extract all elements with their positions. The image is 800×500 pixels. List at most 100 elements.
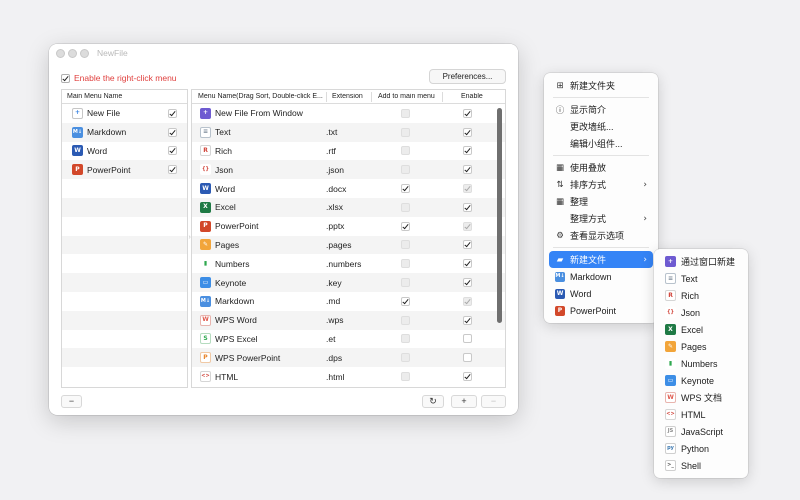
enable-checkbox[interactable] bbox=[61, 73, 70, 83]
enable-item-checkbox[interactable] bbox=[463, 165, 472, 175]
submenu-item[interactable]: <> HTML bbox=[659, 406, 743, 423]
enable-cell bbox=[440, 146, 495, 156]
submenu-item[interactable]: ≡ Text bbox=[659, 270, 743, 287]
menu-item-row[interactable]: P WPS PowerPoint .dps bbox=[192, 348, 505, 368]
wps-powerpoint-icon: P bbox=[200, 352, 211, 364]
enable-item-checkbox[interactable] bbox=[463, 259, 472, 269]
menu-item-row[interactable]: ▭ Keynote .key bbox=[192, 273, 505, 292]
close-window-button[interactable] bbox=[56, 49, 65, 58]
add-to-main-cell bbox=[370, 202, 440, 212]
menu-item-name-cell: ≡ Text bbox=[192, 126, 326, 138]
context-menu-item[interactable]: 编辑小组件... bbox=[549, 135, 653, 152]
menu-item-name-cell: ▭ Keynote bbox=[192, 277, 326, 289]
menu-item-row[interactable]: ≡ Text .txt bbox=[192, 122, 505, 142]
enable-item-checkbox[interactable] bbox=[463, 278, 472, 288]
numbers-icon: ▮ bbox=[665, 358, 676, 369]
main-menu-name-column[interactable]: Main Menu Name bbox=[62, 93, 122, 100]
submenu-item[interactable]: py Python bbox=[659, 440, 743, 457]
submenu-item[interactable]: ▮ Numbers bbox=[659, 355, 743, 372]
menu-item-row[interactable]: R Rich .rtf bbox=[192, 142, 505, 161]
enable-item-checkbox[interactable] bbox=[463, 127, 472, 137]
enable-item-checkbox[interactable] bbox=[463, 108, 472, 118]
enable-item-checkbox[interactable] bbox=[463, 240, 472, 250]
main-menu-item[interactable]: M↓ Markdown bbox=[62, 122, 187, 142]
add-to-main-column[interactable]: Add to main menu bbox=[372, 93, 442, 100]
add-to-main-checkbox[interactable] bbox=[400, 184, 410, 194]
preferences-button[interactable]: Preferences... bbox=[429, 69, 506, 84]
enable-item-checkbox[interactable] bbox=[463, 353, 472, 363]
add-item-button[interactable]: + bbox=[451, 395, 477, 408]
context-menu-item[interactable]: W Word bbox=[549, 285, 653, 302]
remove-main-item-button[interactable]: − bbox=[61, 395, 82, 408]
context-menu-item[interactable]: P PowerPoint bbox=[549, 302, 653, 319]
menu-item-name-cell: {} Json bbox=[192, 164, 326, 176]
submenu-item[interactable]: X Excel bbox=[659, 321, 743, 338]
menu-item-name-cell: R Rich bbox=[192, 145, 326, 157]
remove-item-button[interactable]: − bbox=[481, 395, 506, 408]
menu-item-row[interactable]: X Excel .xlsx bbox=[192, 197, 505, 217]
context-menu-label: 使用叠放 bbox=[570, 163, 607, 173]
enable-cell bbox=[440, 127, 495, 137]
chevron-right-icon: › bbox=[643, 213, 647, 224]
table-scrollbar[interactable] bbox=[497, 108, 502, 323]
submenu-item[interactable]: W WPS 文档 bbox=[659, 389, 743, 406]
context-menu-item[interactable]: ⚙ 查看显示选项 bbox=[549, 227, 653, 244]
refresh-button[interactable]: ↻ bbox=[422, 395, 444, 408]
menu-item-row[interactable]: {} Json .json bbox=[192, 160, 505, 180]
zoom-window-button[interactable] bbox=[80, 49, 89, 58]
submenu-item[interactable]: ▭ Keynote bbox=[659, 372, 743, 389]
context-menu-item[interactable]: ⓘ 显示简介 bbox=[549, 101, 653, 118]
menu-item-row[interactable]: W Word .docx bbox=[192, 179, 505, 198]
main-item-checkbox[interactable] bbox=[168, 146, 177, 156]
add-to-main-checkbox[interactable] bbox=[400, 221, 410, 231]
enable-item-checkbox[interactable] bbox=[463, 146, 472, 156]
enable-right-click-toggle[interactable]: Enable the right-click menu bbox=[61, 73, 177, 83]
new-folder-icon: ⊞ bbox=[556, 80, 564, 91]
minimize-window-button[interactable] bbox=[68, 49, 77, 58]
menu-item-row[interactable]: S WPS Excel .et bbox=[192, 330, 505, 349]
menu-items-header: Menu Name(Drag Sort, Double-click E... E… bbox=[192, 90, 505, 104]
context-menu-item[interactable]: ▰ 新建文件 › bbox=[549, 251, 653, 268]
main-menu-item[interactable]: + New File bbox=[62, 104, 187, 123]
context-menu-item[interactable]: M↓ Markdown bbox=[549, 268, 653, 285]
context-menu-item[interactable]: ⊞ 新建文件夹 bbox=[549, 77, 653, 94]
add-to-main-checkbox bbox=[400, 259, 410, 269]
context-menu-item[interactable]: 更改墙纸... bbox=[549, 118, 653, 135]
menu-item-row[interactable]: ✎ Pages .pages bbox=[192, 235, 505, 255]
menu-item-row[interactable]: P PowerPoint .pptx bbox=[192, 217, 505, 236]
extension-column[interactable]: Extension bbox=[327, 93, 371, 100]
enable-item-checkbox[interactable] bbox=[463, 372, 472, 382]
menu-item-name-cell: X Excel bbox=[192, 201, 326, 213]
context-menu-item[interactable]: ▦ 使用叠放 bbox=[549, 159, 653, 176]
menu-item-row[interactable]: M↓ Markdown .md bbox=[192, 292, 505, 311]
submenu-item[interactable]: R Rich bbox=[659, 287, 743, 304]
menu-item-row[interactable]: + New File From Window bbox=[192, 104, 505, 123]
menu-item-extension: .txt bbox=[326, 127, 338, 138]
enable-item-checkbox[interactable] bbox=[463, 334, 472, 344]
context-menu-item[interactable]: 整理方式 › bbox=[549, 210, 653, 227]
main-menu-item[interactable]: W Word bbox=[62, 142, 187, 161]
submenu-item[interactable]: {} Json bbox=[659, 304, 743, 321]
context-menu-item[interactable]: ⇅ 排序方式 › bbox=[549, 176, 653, 193]
add-to-main-checkbox[interactable] bbox=[400, 296, 410, 306]
menu-item-row[interactable]: ▮ Numbers .numbers bbox=[192, 254, 505, 273]
main-menu-item[interactable]: P PowerPoint bbox=[62, 160, 187, 180]
main-item-checkbox[interactable] bbox=[168, 127, 177, 137]
context-menu-item[interactable]: ▦ 整理 bbox=[549, 193, 653, 210]
menu-item-row[interactable]: <> HTML .html bbox=[192, 367, 505, 386]
submenu-item[interactable]: + 通过窗口新建 bbox=[659, 253, 743, 270]
menu-item-name-cell: P WPS PowerPoint bbox=[192, 352, 326, 364]
submenu-item[interactable]: >_ Shell bbox=[659, 457, 743, 474]
submenu-item[interactable]: JS JavaScript bbox=[659, 423, 743, 440]
empty-row bbox=[62, 179, 187, 198]
word-icon: W bbox=[200, 183, 211, 195]
enable-item-checkbox[interactable] bbox=[463, 202, 472, 212]
menu-item-row[interactable]: W WPS Word .wps bbox=[192, 310, 505, 330]
context-menu-label: 查看显示选项 bbox=[570, 231, 625, 241]
menu-name-column[interactable]: Menu Name(Drag Sort, Double-click E... bbox=[192, 93, 326, 100]
enable-item-checkbox[interactable] bbox=[463, 315, 472, 325]
main-item-checkbox[interactable] bbox=[168, 108, 177, 118]
enable-column[interactable]: Enable bbox=[443, 93, 498, 100]
main-item-checkbox[interactable] bbox=[168, 165, 177, 175]
submenu-item[interactable]: ✎ Pages bbox=[659, 338, 743, 355]
